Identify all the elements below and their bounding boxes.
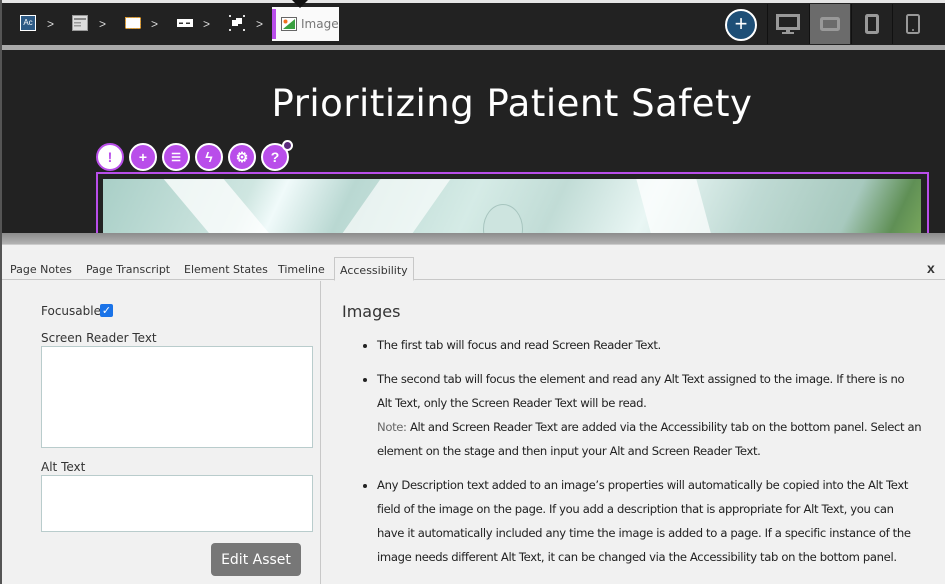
screen-reader-text-input[interactable] xyxy=(41,346,313,448)
focusable-checkbox[interactable]: ✓ xyxy=(100,304,113,317)
panel-tabs: Page Notes Page Transcript Element State… xyxy=(2,251,945,281)
phone-icon xyxy=(906,14,920,34)
breadcrumb-separator: > xyxy=(47,17,55,31)
add-button[interactable]: + xyxy=(129,143,157,171)
toolbar: Ac > > > > > Image + xyxy=(2,0,945,45)
tab-accessibility[interactable]: Accessibility xyxy=(334,257,414,281)
page-icon xyxy=(72,15,88,31)
group-icon xyxy=(229,15,245,31)
editor-app: Ac > > > > > Image + Prioritizing Patien… xyxy=(0,0,945,584)
edit-asset-button[interactable]: Edit Asset xyxy=(211,543,301,576)
breadcrumb-image-active[interactable]: Image xyxy=(272,7,339,41)
image-detail xyxy=(159,179,287,233)
help-item-text: The second tab will focus the element an… xyxy=(377,372,905,410)
breadcrumb-row[interactable] xyxy=(177,19,193,27)
tablet-portrait-icon xyxy=(865,14,879,34)
active-indicator xyxy=(272,9,276,39)
accessibility-help: Images The first tab will focus and read… xyxy=(322,281,945,584)
tab-timeline[interactable]: Timeline xyxy=(278,263,325,276)
breadcrumb-group[interactable] xyxy=(229,15,245,31)
device-tablet-portrait-button[interactable] xyxy=(851,4,892,44)
image-detail xyxy=(483,204,523,233)
hospital-ceiling-image[interactable] xyxy=(103,179,921,233)
help-icon: ? xyxy=(270,149,280,165)
alert-icon: ! xyxy=(107,149,113,165)
tab-page-notes[interactable]: Page Notes xyxy=(10,263,72,276)
note-text: Alt and Screen Reader Text are added via… xyxy=(377,420,922,458)
container-icon xyxy=(125,17,141,29)
help-list: The first tab will focus and read Screen… xyxy=(377,333,922,579)
actions-button[interactable]: ϟ xyxy=(195,143,223,171)
device-tablet-landscape-button[interactable] xyxy=(809,4,850,44)
alt-text-input[interactable] xyxy=(41,475,313,532)
note-label: Note: xyxy=(377,420,407,434)
device-phone-button[interactable] xyxy=(892,4,933,44)
breadcrumb-separator: > xyxy=(203,17,211,31)
help-item: The second tab will focus the element an… xyxy=(377,367,922,463)
breadcrumb-separator: > xyxy=(256,17,264,31)
bottom-panel: Page Notes Page Transcript Element State… xyxy=(2,244,945,584)
device-desktop-button[interactable] xyxy=(767,4,808,44)
breadcrumb-course[interactable]: Ac xyxy=(20,15,36,31)
help-item-text: The first tab will focus and read Screen… xyxy=(377,338,661,352)
sliders-icon: ☰ xyxy=(171,151,181,164)
add-element-button[interactable]: + xyxy=(725,9,757,41)
breadcrumb-label: Image xyxy=(301,17,339,31)
desktop-icon xyxy=(776,14,800,34)
image-detail xyxy=(634,179,712,233)
plus-icon: + xyxy=(138,149,148,165)
close-panel-button[interactable]: x xyxy=(927,260,935,276)
course-icon: Ac xyxy=(20,15,36,31)
help-item-text: Any Description text added to an image’s… xyxy=(377,478,911,564)
tab-element-states[interactable]: Element States xyxy=(184,263,268,276)
screen-reader-label: Screen Reader Text xyxy=(41,331,157,345)
row-icon xyxy=(177,19,193,27)
properties-button[interactable]: ☰ xyxy=(162,143,190,171)
lightning-icon: ϟ xyxy=(205,149,213,165)
accessibility-alert-button[interactable]: ! xyxy=(96,143,124,171)
caret-icon xyxy=(292,0,308,8)
panel-resize-handle[interactable] xyxy=(2,233,945,244)
breadcrumb-container[interactable] xyxy=(125,17,141,29)
breadcrumb-page[interactable] xyxy=(72,15,88,31)
tab-page-transcript[interactable]: Page Transcript xyxy=(86,263,170,276)
help-item: Any Description text added to an image’s… xyxy=(377,473,922,569)
notification-dot xyxy=(282,140,293,151)
image-detail xyxy=(341,179,455,233)
breadcrumb-separator: > xyxy=(99,17,107,31)
tablet-landscape-icon xyxy=(820,17,840,31)
settings-button[interactable]: ⚙ xyxy=(228,143,256,171)
gear-icon: ⚙ xyxy=(235,148,249,165)
page-title[interactable]: Prioritizing Patient Safety xyxy=(2,82,945,125)
alt-text-label: Alt Text xyxy=(41,460,86,474)
stage: Prioritizing Patient Safety ! + ☰ ϟ ⚙ ? xyxy=(2,50,945,233)
help-heading: Images xyxy=(342,302,401,321)
focusable-label: Focusable xyxy=(41,304,101,318)
breadcrumb-separator: > xyxy=(151,17,159,31)
accessibility-form: Focusable ✓ Screen Reader Text Alt Text … xyxy=(2,281,321,584)
image-icon xyxy=(281,17,297,31)
help-item: The first tab will focus and read Screen… xyxy=(377,333,922,357)
